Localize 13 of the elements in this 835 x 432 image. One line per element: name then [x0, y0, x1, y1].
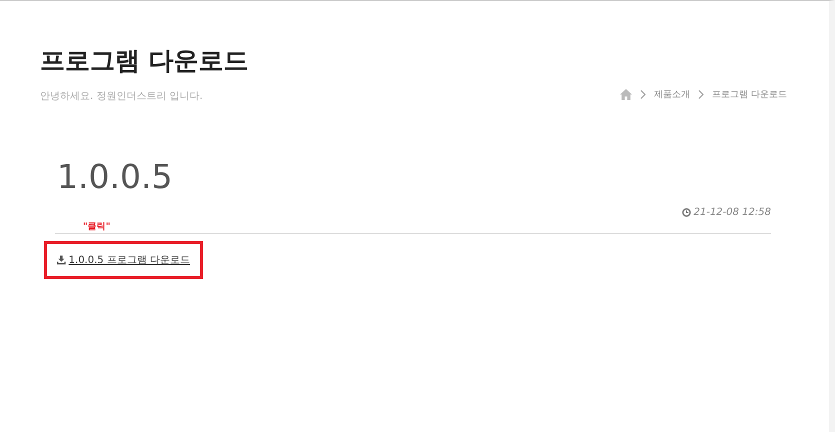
- page-title: 프로그램 다운로드: [40, 45, 249, 77]
- home-icon[interactable]: [620, 89, 632, 100]
- breadcrumb-link[interactable]: 프로그램 다운로드: [712, 88, 787, 101]
- annotation-label: "클릭": [83, 222, 112, 232]
- download-link[interactable]: 1.0.0.5 프로그램 다운로드: [68, 253, 190, 267]
- chevron-icon: [640, 90, 646, 99]
- post-title: 1.0.0.5: [57, 157, 174, 197]
- download-icon: [57, 255, 66, 265]
- clock-icon: [682, 208, 691, 217]
- breadcrumb-link[interactable]: 제품소개: [654, 88, 690, 101]
- post-date: 21-12-08 12:58: [694, 207, 771, 218]
- page-subtitle: 안녕하세요. 정원인더스트리 입니다.: [40, 90, 204, 103]
- chevron-icon: [698, 90, 704, 99]
